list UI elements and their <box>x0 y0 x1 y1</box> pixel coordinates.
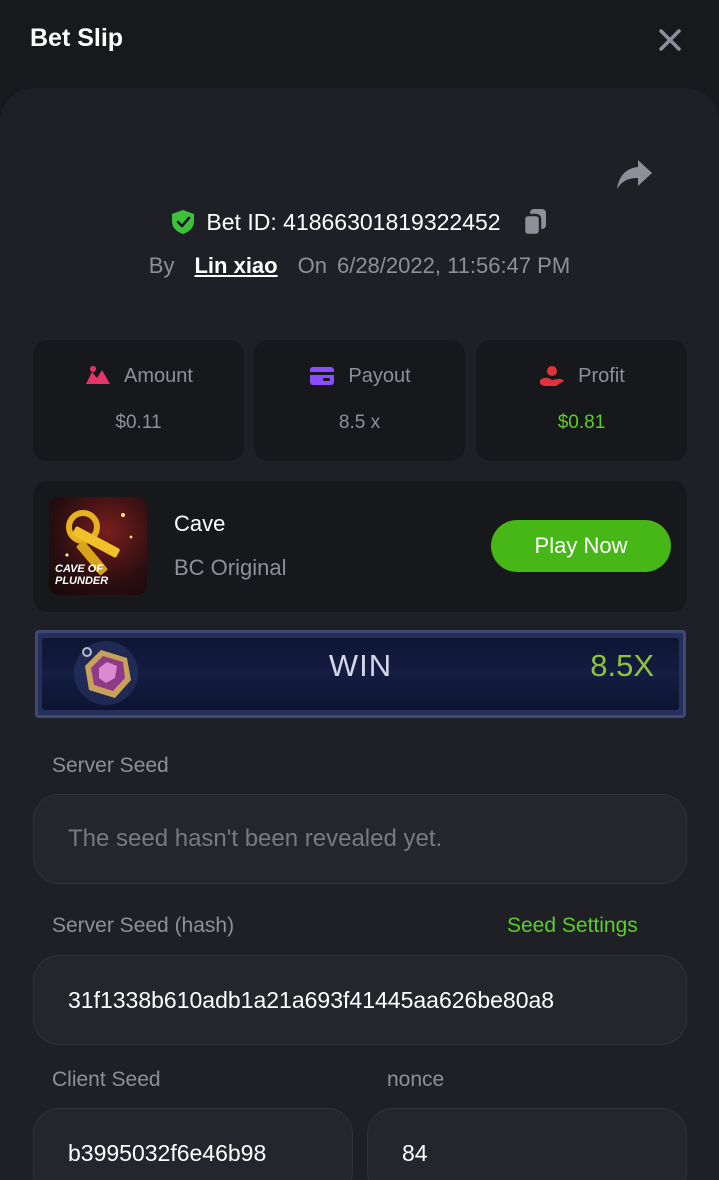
server-seed-hash-field[interactable]: 31f1338b610adb1a21a693f41445aa626be80a8 <box>33 955 687 1045</box>
amount-card: Amount $0.11 <box>33 340 244 461</box>
profit-hand-coin-icon <box>540 366 565 386</box>
play-now-button[interactable]: Play Now <box>491 520 671 572</box>
client-seed-field[interactable]: b3995032f6e46b98 <box>33 1108 353 1180</box>
game-thumb-logo-text: CAVE OF PLUNDER <box>55 563 109 587</box>
result-banner: WIN 8.5X <box>35 630 686 718</box>
bet-id: Bet ID: 41866301819322452 <box>206 208 501 235</box>
payout-card: Payout 8.5 x <box>254 340 465 461</box>
game-card: CAVE OF PLUNDER Cave BC Original Play No… <box>33 481 687 612</box>
verified-shield-icon <box>172 210 195 234</box>
client-seed-label: Client Seed <box>52 1068 161 1091</box>
amount-icon <box>86 366 111 384</box>
bet-datetime: 6/28/2022, 11:56:47 PM <box>336 253 571 278</box>
user-link[interactable]: Lin xiao <box>194 253 277 279</box>
profit-label: Profit <box>578 364 625 387</box>
seed-settings-link[interactable]: Seed Settings <box>507 914 638 938</box>
amount-label: Amount <box>124 364 193 387</box>
bet-meta-row: By Lin xiao On 6/28/2022, 11:56:47 PM <box>0 248 719 284</box>
on-label: On <box>297 253 327 278</box>
payout-label: Payout <box>348 364 411 387</box>
bet-slip-header: Bet Slip <box>0 0 719 80</box>
page-title: Bet Slip <box>30 24 124 52</box>
game-provider: BC Original <box>174 555 287 580</box>
server-seed-field[interactable]: The seed hasn't been revealed yet. <box>33 794 687 884</box>
server-seed-hash-label: Server Seed (hash) <box>52 914 235 937</box>
nonce-label: nonce <box>387 1068 445 1091</box>
result-multiplier: 8.5X <box>590 648 654 683</box>
payout-card-icon <box>310 367 335 385</box>
profit-value: $0.81 <box>557 412 606 433</box>
payout-value: 8.5 x <box>338 412 381 433</box>
close-icon[interactable] <box>652 22 688 58</box>
game-thumbnail[interactable]: CAVE OF PLUNDER <box>49 497 147 595</box>
profit-card: Profit $0.81 <box>476 340 687 461</box>
copy-icon[interactable] <box>521 207 549 237</box>
share-icon[interactable] <box>614 156 654 192</box>
nonce-field[interactable]: 84 <box>367 1108 687 1180</box>
by-label: By <box>148 253 175 278</box>
game-name: Cave <box>174 511 226 536</box>
result-label: WIN <box>328 648 393 683</box>
server-seed-label: Server Seed <box>52 754 169 777</box>
share-button[interactable] <box>614 156 654 192</box>
close-button[interactable] <box>652 22 688 58</box>
bet-id-row: Bet ID: 41866301819322452 <box>0 204 719 240</box>
amount-value: $0.11 <box>115 412 162 433</box>
